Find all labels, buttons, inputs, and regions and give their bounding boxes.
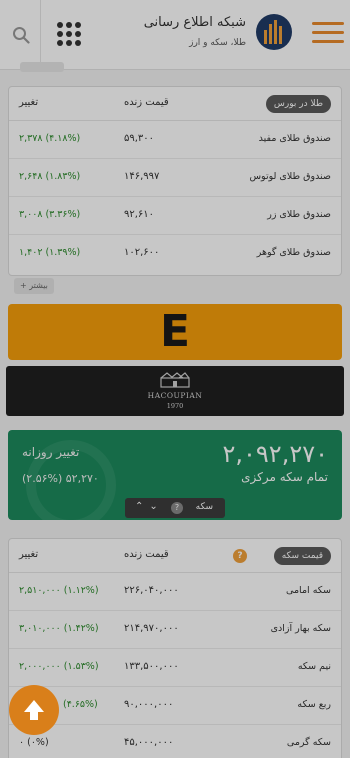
table-row[interactable]: صندوق طلای مفید ۵۹,۳۰۰ ۲,۳۷۸ (۴.۱۸%): [9, 121, 341, 159]
fund-price: ۵۹,۳۰۰: [124, 133, 155, 144]
coin-name: سکه امامی: [286, 585, 331, 596]
brand-year: 1970: [166, 402, 184, 410]
help-icon[interactable]: ?: [233, 549, 247, 563]
coin-change: (۴.۶۵%): [63, 699, 98, 710]
previous-more-chip[interactable]: [20, 62, 64, 72]
gold-funds-table: طلا در بورس قیمت زنده تغییر صندوق طلای م…: [8, 86, 342, 276]
fund-name: صندوق طلای مفید: [258, 133, 331, 144]
brand-name: HACOUPIAN: [147, 391, 203, 400]
fund-price: ۹۲,۶۱۰: [124, 209, 155, 220]
fund-change: ۲,۶۴۸ (۱.۸۳%): [19, 171, 81, 182]
col-change: تغییر: [19, 97, 39, 108]
site-subtitle: طلا، سکه و ارز: [189, 38, 246, 48]
fund-name: صندوق طلای زر: [267, 209, 331, 220]
hacoupian-logo-icon: [160, 372, 190, 388]
fund-name: صندوق طلای گوهر: [256, 247, 331, 258]
fund-price: ۱۰۲,۶۰۰: [124, 247, 160, 258]
col-live-price: قیمت زنده: [124, 97, 169, 108]
table-row[interactable]: صندوق طلای گوهر ۱۰۲,۶۰۰ ۱,۴۰۲ (۱.۳۹%): [9, 235, 341, 273]
coin-prices-badge[interactable]: قیمت سکه: [273, 547, 331, 565]
fund-name: صندوق طلای لوتوس: [249, 171, 331, 182]
fund-change: ۲,۳۷۸ (۴.۱۸%): [19, 133, 81, 144]
fund-change: ۳,۰۰۸ (۳.۳۶%): [19, 209, 81, 220]
table-header: قیمت سکه ? قیمت زنده تغییر: [9, 539, 341, 573]
ad-banner-letter: E: [159, 306, 191, 357]
coin-price: ۴۵,۰۰۰,۰۰۰: [124, 737, 174, 748]
site-title[interactable]: شبکه اطلاع رسانی: [144, 15, 246, 30]
daily-change-value: (۲.۵۶%) ۵۲,۲۷۰: [22, 472, 99, 485]
table-header: طلا در بورس قیمت زنده تغییر: [9, 87, 341, 121]
coin-name: سکه بهار آزادی: [270, 623, 331, 634]
menu-icon[interactable]: [312, 22, 344, 44]
scroll-to-top-button[interactable]: [9, 685, 59, 735]
table-row[interactable]: صندوق طلای لوتوس ۱۴۶,۹۹۷ ۲,۶۴۸ (۱.۸۳%): [9, 159, 341, 197]
header-divider: [40, 0, 41, 70]
site-header: شبکه اطلاع رسانی طلا، سکه و ارز: [0, 0, 350, 70]
coin-price: ۲۲۶,۰۴۰,۰۰۰: [124, 585, 179, 596]
chevron-up-down-icon[interactable]: ⌃⌄: [135, 501, 164, 512]
table-row[interactable]: سکه بهار آزادی ۲۱۴,۹۷۰,۰۰۰ ۳,۰۱۰,۰۰۰ (۱.…: [9, 611, 341, 649]
coin-price: ۹۰,۰۰۰,۰۰۰: [124, 699, 174, 710]
coin-price: ۲۱۴,۹۷۰,۰۰۰: [124, 623, 179, 634]
coin-change: ۳,۰۱۰,۰۰۰ (۱.۴۲%): [19, 623, 99, 634]
coin-name: سکه گرمی: [286, 737, 331, 748]
more-label: بیشتر: [29, 281, 48, 290]
coin-type-switch[interactable]: سکه ? ⌃⌄: [125, 498, 225, 518]
table-row[interactable]: سکه امامی ۲۲۶,۰۴۰,۰۰۰ ۲,۵۱۰,۰۰۰ (۱.۱۲%): [9, 573, 341, 611]
logo-icon[interactable]: [256, 14, 292, 50]
arrow-up-icon: [24, 700, 44, 720]
coin-name: نیم سکه: [297, 661, 331, 672]
coin-label: تمام سکه مرکزی: [241, 470, 328, 484]
coin-price: ۱۳۳,۵۰۰,۰۰۰: [124, 661, 179, 672]
search-icon[interactable]: [12, 26, 30, 44]
coin-change: ۲,۵۱۰,۰۰۰ (۱.۱۲%): [19, 585, 99, 596]
daily-change-title: تغییر روزانه: [22, 445, 80, 459]
coin-change: ۰ (۰%): [19, 737, 49, 748]
more-button[interactable]: + بیشتر: [14, 278, 54, 294]
fund-change: ۱,۴۰۲ (۱.۳۹%): [19, 247, 81, 258]
apps-grid-icon[interactable]: [57, 22, 81, 46]
help-icon[interactable]: ?: [171, 502, 183, 514]
ad-banner-hacoupian[interactable]: HACOUPIAN 1970: [6, 366, 344, 416]
coin-name: ربع سکه: [297, 699, 331, 710]
coin-price: ۲,۰۹۲,۲۷۰: [222, 440, 328, 468]
switch-label: سکه: [195, 502, 213, 512]
coin-summary-panel: ۲,۰۹۲,۲۷۰ تمام سکه مرکزی تغییر روزانه (۲…: [8, 430, 342, 520]
col-change: تغییر: [19, 549, 39, 560]
col-live-price: قیمت زنده: [124, 549, 169, 560]
coin-change: ۲,۰۰۰,۰۰۰ (۱.۵۳%): [19, 661, 99, 672]
table-row[interactable]: صندوق طلای زر ۹۲,۶۱۰ ۳,۰۰۸ (۳.۳۶%): [9, 197, 341, 235]
gold-funds-badge[interactable]: طلا در بورس: [265, 95, 331, 113]
fund-price: ۱۴۶,۹۹۷: [124, 171, 160, 182]
ad-banner-e[interactable]: E: [8, 304, 342, 360]
table-row[interactable]: نیم سکه ۱۳۳,۵۰۰,۰۰۰ ۲,۰۰۰,۰۰۰ (۱.۵۳%): [9, 649, 341, 687]
plus-icon: +: [20, 281, 30, 290]
